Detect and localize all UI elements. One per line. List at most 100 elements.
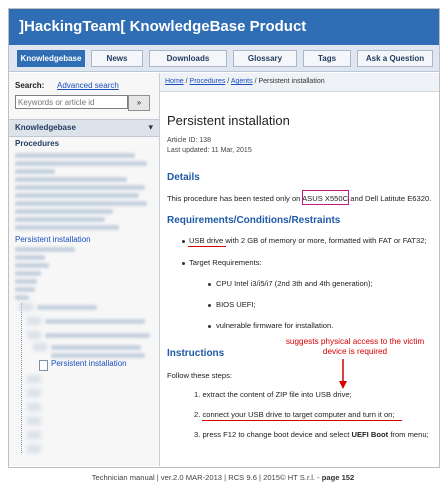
- last-updated: Last updated: 11 Mar, 2015: [167, 147, 252, 154]
- blurred-tree-item: [51, 353, 145, 358]
- kb-window: ]HackingTeam[ KnowledgeBase Product Know…: [8, 8, 440, 468]
- tree-guide-line: [21, 303, 22, 453]
- breadcrumb-current: Persistent installation: [258, 78, 325, 85]
- blurred-folder-icon: [27, 445, 41, 453]
- blurred-folder-icon: [27, 403, 41, 411]
- blurred-menu-item: [15, 295, 29, 300]
- blurred-folder-icon: [27, 389, 41, 397]
- blurred-menu-item: [15, 193, 139, 198]
- details-heading: Details: [167, 172, 200, 183]
- breadcrumb-trail: Home / Procedures / Agents / Persistent …: [165, 78, 325, 85]
- page-footer: Technician manual | ver.2.0 MAR-2013 | R…: [0, 473, 446, 482]
- blurred-menu-item: [15, 279, 37, 284]
- requirement-usb-rest: with 2 GB of memory or more, formatted w…: [225, 236, 427, 245]
- highlight-box: [302, 190, 349, 205]
- blurred-tree-item: [51, 345, 141, 350]
- blurred-folder-icon: [27, 375, 41, 383]
- instructions-heading: Instructions: [167, 348, 225, 359]
- step-3-text: 3. press F12 to change boot device and s…: [194, 430, 350, 439]
- breadcrumb-agents[interactable]: Agents: [231, 78, 253, 85]
- kb-section-header[interactable]: Knowledgebase ▾: [9, 119, 159, 137]
- breadcrumb-home[interactable]: Home: [165, 78, 184, 85]
- blurred-menu-item: [15, 169, 55, 174]
- blurred-menu-item: [15, 209, 113, 214]
- blurred-menu-item: [15, 255, 45, 260]
- blurred-folder-icon: [27, 417, 41, 425]
- blurred-menu-item: [15, 271, 41, 276]
- red-underline: [202, 420, 402, 421]
- step-3-end: from menu;: [390, 430, 429, 439]
- tree-item-label: Persistent installation: [51, 359, 127, 368]
- blurred-menu-item: [15, 177, 127, 182]
- search-button[interactable]: »: [128, 95, 150, 111]
- requirement-usb: USB drive with 2 GB of memory or more, f…: [189, 236, 427, 245]
- blurred-menu-item: [15, 201, 147, 206]
- requirements-heading: Requirements/Conditions/Restraints: [167, 215, 341, 226]
- blurred-folder-icon: [33, 343, 47, 351]
- annotation-arrow-icon: [339, 359, 347, 389]
- blurred-menu-item: [15, 153, 135, 158]
- search-label: Search:: [15, 81, 45, 90]
- bullet: [208, 304, 211, 307]
- blurred-menu-item: [15, 161, 147, 166]
- requirement-target: Target Requirements:: [189, 258, 262, 267]
- tab-news[interactable]: News: [91, 50, 143, 67]
- requirement-sub-firmware: vulnerable firmware for installation.: [216, 321, 334, 330]
- blurred-tree-item: [45, 319, 145, 324]
- blurred-menu-item: [15, 217, 105, 222]
- details-text-prefix: This procedure has been tested only on: [167, 194, 301, 203]
- bullet: [208, 283, 211, 286]
- chevron-down-icon: ▾: [148, 122, 153, 132]
- blurred-menu-item: [15, 185, 145, 190]
- article-id: Article ID: 138: [167, 137, 211, 144]
- footer-page: page 152: [321, 473, 355, 482]
- blurred-folder-icon: [19, 303, 33, 311]
- tab-knowledgebase[interactable]: Knowledgebase: [17, 50, 85, 67]
- blurred-menu-item: [15, 225, 119, 230]
- tab-ask-question[interactable]: Ask a Question: [357, 50, 433, 67]
- breadcrumb: Home / Procedures / Agents / Persistent …: [160, 73, 439, 92]
- tab-tags[interactable]: Tags: [303, 50, 351, 67]
- annotation-note: suggests physical access to the victim d…: [285, 337, 425, 356]
- page-title: Persistent installation: [167, 113, 290, 128]
- requirement-usb-highlight: USB drive: [189, 236, 224, 245]
- step-3: 3. press F12 to change boot device and s…: [194, 430, 429, 439]
- tab-glossary[interactable]: Glossary: [233, 50, 297, 67]
- breadcrumb-procedures[interactable]: Procedures: [190, 78, 226, 85]
- bullet: [182, 262, 185, 265]
- nav-bar: Knowledgebase News Downloads Glossary Ta…: [9, 45, 439, 72]
- blurred-tree-item: [37, 305, 97, 310]
- site-title: ]HackingTeam[ KnowledgeBase Product: [19, 18, 307, 35]
- tab-downloads[interactable]: Downloads: [149, 50, 227, 67]
- blurred-folder-icon: [27, 331, 41, 339]
- document-icon: [39, 360, 48, 371]
- details-text: This procedure has been tested only on A…: [167, 194, 431, 203]
- article-pane: Home / Procedures / Agents / Persistent …: [160, 73, 439, 466]
- details-text-suffix: and Dell Latitute E6320.: [350, 194, 432, 203]
- requirement-sub-bios: BIOS UEFI;: [216, 300, 256, 309]
- blurred-menu-item: [15, 247, 75, 252]
- bullet: [208, 325, 211, 328]
- blurred-tree-item: [45, 333, 150, 338]
- step-1: 1. extract the content of ZIP file into …: [194, 390, 352, 399]
- kb-section-label: Knowledgebase: [15, 123, 76, 132]
- requirement-sub-cpu: CPU Intel i3/i5/i7 (2nd 3th and 4th gene…: [216, 279, 373, 288]
- breadcrumb-separator: /: [185, 78, 188, 85]
- search-input[interactable]: [15, 95, 128, 109]
- breadcrumb-separator: /: [254, 78, 257, 85]
- bullet: [182, 240, 185, 243]
- step-3-bold: UEFI Boot: [351, 430, 389, 439]
- advanced-search-link[interactable]: Advanced search: [57, 81, 119, 90]
- sidebar-item-persistent-installation[interactable]: Persistent installation: [15, 235, 91, 244]
- footer-text: Technician manual | ver.2.0 MAR-2013 | R…: [91, 473, 322, 482]
- blurred-menu-item: [15, 263, 49, 268]
- sidebar: Search: Advanced search » Knowledgebase …: [9, 73, 160, 466]
- red-underline: [188, 246, 226, 247]
- blurred-folder-icon: [27, 317, 41, 325]
- step-2: 2. connect your USB drive to target comp…: [194, 410, 395, 419]
- follow-steps-text: Follow these steps:: [167, 371, 232, 380]
- breadcrumb-separator: /: [227, 78, 230, 85]
- blurred-menu-item: [15, 287, 35, 292]
- blurred-folder-icon: [27, 431, 41, 439]
- procedures-heading[interactable]: Procedures: [15, 139, 59, 148]
